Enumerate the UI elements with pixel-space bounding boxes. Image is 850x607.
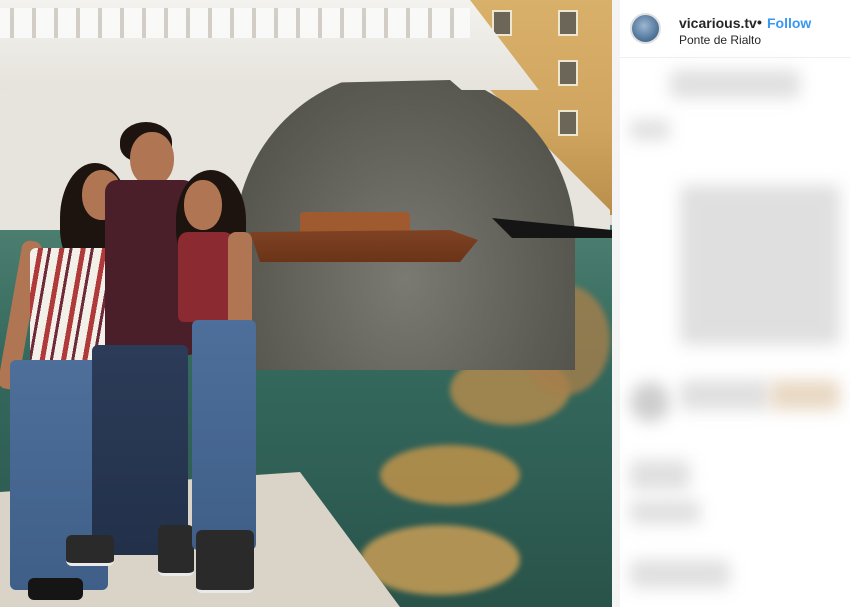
blurred-comment-block bbox=[680, 185, 840, 345]
window bbox=[558, 10, 578, 36]
blurred-caption-line bbox=[670, 70, 800, 98]
separator-dot: • bbox=[757, 14, 762, 30]
window bbox=[492, 10, 512, 36]
blurred-text bbox=[630, 560, 730, 588]
follow-button[interactable]: Follow bbox=[767, 15, 811, 31]
avatar[interactable] bbox=[630, 13, 661, 44]
post-header: vicarious.tv • Follow Ponte de Rialto bbox=[620, 0, 850, 58]
username-link[interactable]: vicarious.tv bbox=[679, 15, 757, 31]
sunlight-reflection bbox=[380, 445, 520, 505]
blurred-text bbox=[630, 120, 670, 140]
post-photo[interactable] bbox=[0, 0, 612, 607]
blurred-avatar bbox=[630, 382, 670, 422]
location-link[interactable]: Ponte de Rialto bbox=[679, 33, 761, 47]
sunlight-reflection bbox=[360, 525, 520, 595]
blurred-text bbox=[630, 460, 690, 490]
blurred-text bbox=[630, 500, 700, 524]
pane-divider bbox=[612, 0, 620, 607]
blurred-text bbox=[770, 380, 840, 410]
blurred-text bbox=[680, 380, 770, 410]
post-sidebar: vicarious.tv • Follow Ponte de Rialto bbox=[620, 0, 850, 607]
bridge-balustrade bbox=[0, 8, 470, 38]
window bbox=[558, 60, 578, 86]
window bbox=[558, 110, 578, 136]
